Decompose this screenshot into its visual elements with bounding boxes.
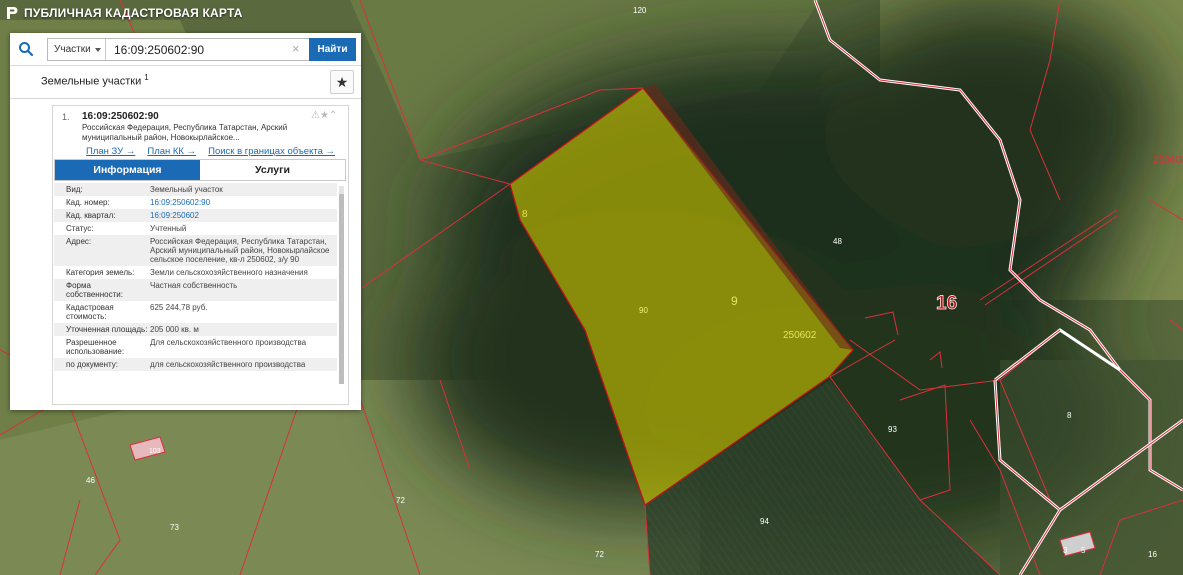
chevron-down-icon bbox=[94, 47, 101, 52]
map-label-46: 46 bbox=[86, 476, 95, 485]
results-title: Земельные участки 1 bbox=[41, 73, 149, 88]
search-bar: Участки × Найти bbox=[10, 33, 361, 66]
result-card: 1. 16:09:250602:90 Российская Федерация,… bbox=[52, 105, 349, 405]
property-row: Разрешенное использование: Для сельскохоз… bbox=[54, 336, 337, 358]
map-label-250602: 250602 bbox=[783, 330, 817, 341]
map-label-9: 9 bbox=[731, 294, 738, 308]
map-label-16: 16 bbox=[936, 293, 957, 314]
clear-icon[interactable]: × bbox=[292, 41, 300, 56]
search-type-label: Участки bbox=[54, 44, 91, 55]
property-row: Кадастровая стоимость: 625 244,78 руб. bbox=[54, 301, 337, 323]
result-address: Российская Федерация, Республика Татарст… bbox=[82, 123, 288, 142]
map-label-94: 94 bbox=[760, 517, 769, 526]
search-icon[interactable] bbox=[18, 41, 34, 57]
properties-table: Вид: Земельный участок Кад. номер: 16:09:2… bbox=[54, 183, 337, 371]
map-label-73: 73 bbox=[170, 523, 179, 532]
result-index: 1. bbox=[62, 112, 70, 122]
search-panel: Участки × Найти Земельные участки 1 ★ 1.… bbox=[10, 33, 361, 410]
tab-info[interactable]: Информация bbox=[55, 160, 200, 180]
results-header: Земельные участки 1 ★ bbox=[10, 66, 361, 99]
favorite-star-icon[interactable]: ★ bbox=[330, 70, 354, 94]
results-count: 1 bbox=[144, 73, 149, 82]
search-input[interactable] bbox=[110, 39, 298, 60]
map-label-120: 120 bbox=[633, 6, 647, 15]
map-label-8: 8 bbox=[522, 209, 528, 220]
cad-number-link[interactable]: 16:09:250602:90 bbox=[150, 198, 335, 207]
property-row: Категория земель: Земли сельскохозяйствен… bbox=[54, 266, 337, 279]
map-label-8b: 8 bbox=[1067, 411, 1072, 420]
property-row: Кад. квартал: 16:09:250602 bbox=[54, 209, 337, 222]
map-label-48: 48 bbox=[833, 237, 842, 246]
card-actions[interactable]: ⚠★⌃ bbox=[311, 110, 337, 121]
property-row: Вид: Земельный участок bbox=[54, 183, 337, 196]
find-button[interactable]: Найти bbox=[309, 38, 356, 61]
scrollbar-thumb[interactable] bbox=[339, 194, 344, 384]
map-label-72a: 72 bbox=[396, 496, 405, 505]
pkk-logo-icon bbox=[6, 6, 18, 20]
search-box: Участки × bbox=[47, 38, 314, 61]
tab-services[interactable]: Услуги bbox=[200, 160, 345, 180]
map-label-5: 5 bbox=[1081, 546, 1086, 555]
link-plan-kk[interactable]: План КК → bbox=[147, 146, 196, 157]
app-title: ПУБЛИЧНАЯ КАДАСТРОВАЯ КАРТА bbox=[24, 6, 243, 20]
link-plan-zu[interactable]: План ЗУ → bbox=[86, 146, 135, 157]
info-tabs: Информация Услуги bbox=[54, 159, 346, 181]
property-row: Статус: Учтенный bbox=[54, 222, 337, 235]
map-label-103: 103 bbox=[149, 448, 161, 455]
property-row: Уточненная площадь: 205 000 кв. м bbox=[54, 323, 337, 336]
property-row: Адрес: Российская Федерация, Республика Т… bbox=[54, 235, 337, 266]
map-label-250600: 250600 bbox=[1153, 155, 1183, 166]
card-action-icons[interactable]: ⚠★⌃ bbox=[311, 110, 337, 121]
map-label-72b: 72 bbox=[595, 550, 604, 559]
search-type-select[interactable]: Участки bbox=[48, 39, 106, 60]
result-cad-number[interactable]: 16:09:250602:90 bbox=[82, 111, 159, 122]
property-row: Кад. номер: 16:09:250602:90 bbox=[54, 196, 337, 209]
cad-quarter-link[interactable]: 16:09:250602 bbox=[150, 211, 335, 220]
result-links: План ЗУ → План КК → Поиск в границах объ… bbox=[86, 146, 335, 157]
map-label-93: 93 bbox=[888, 425, 897, 434]
link-search-in-bounds[interactable]: Поиск в границах объекта → bbox=[208, 146, 335, 157]
properties-scrollbar[interactable] bbox=[339, 186, 344, 384]
map-label-16b: 16 bbox=[1148, 550, 1157, 559]
app-header: ПУБЛИЧНАЯ КАДАСТРОВАЯ КАРТА bbox=[6, 3, 243, 23]
map-label-3: 3 bbox=[1063, 546, 1068, 555]
property-row: по документу: для сельскохозяйственного п… bbox=[54, 358, 337, 371]
property-row: Форма собственности: Частная собственност… bbox=[54, 279, 337, 301]
map-label-90: 90 bbox=[639, 306, 648, 315]
